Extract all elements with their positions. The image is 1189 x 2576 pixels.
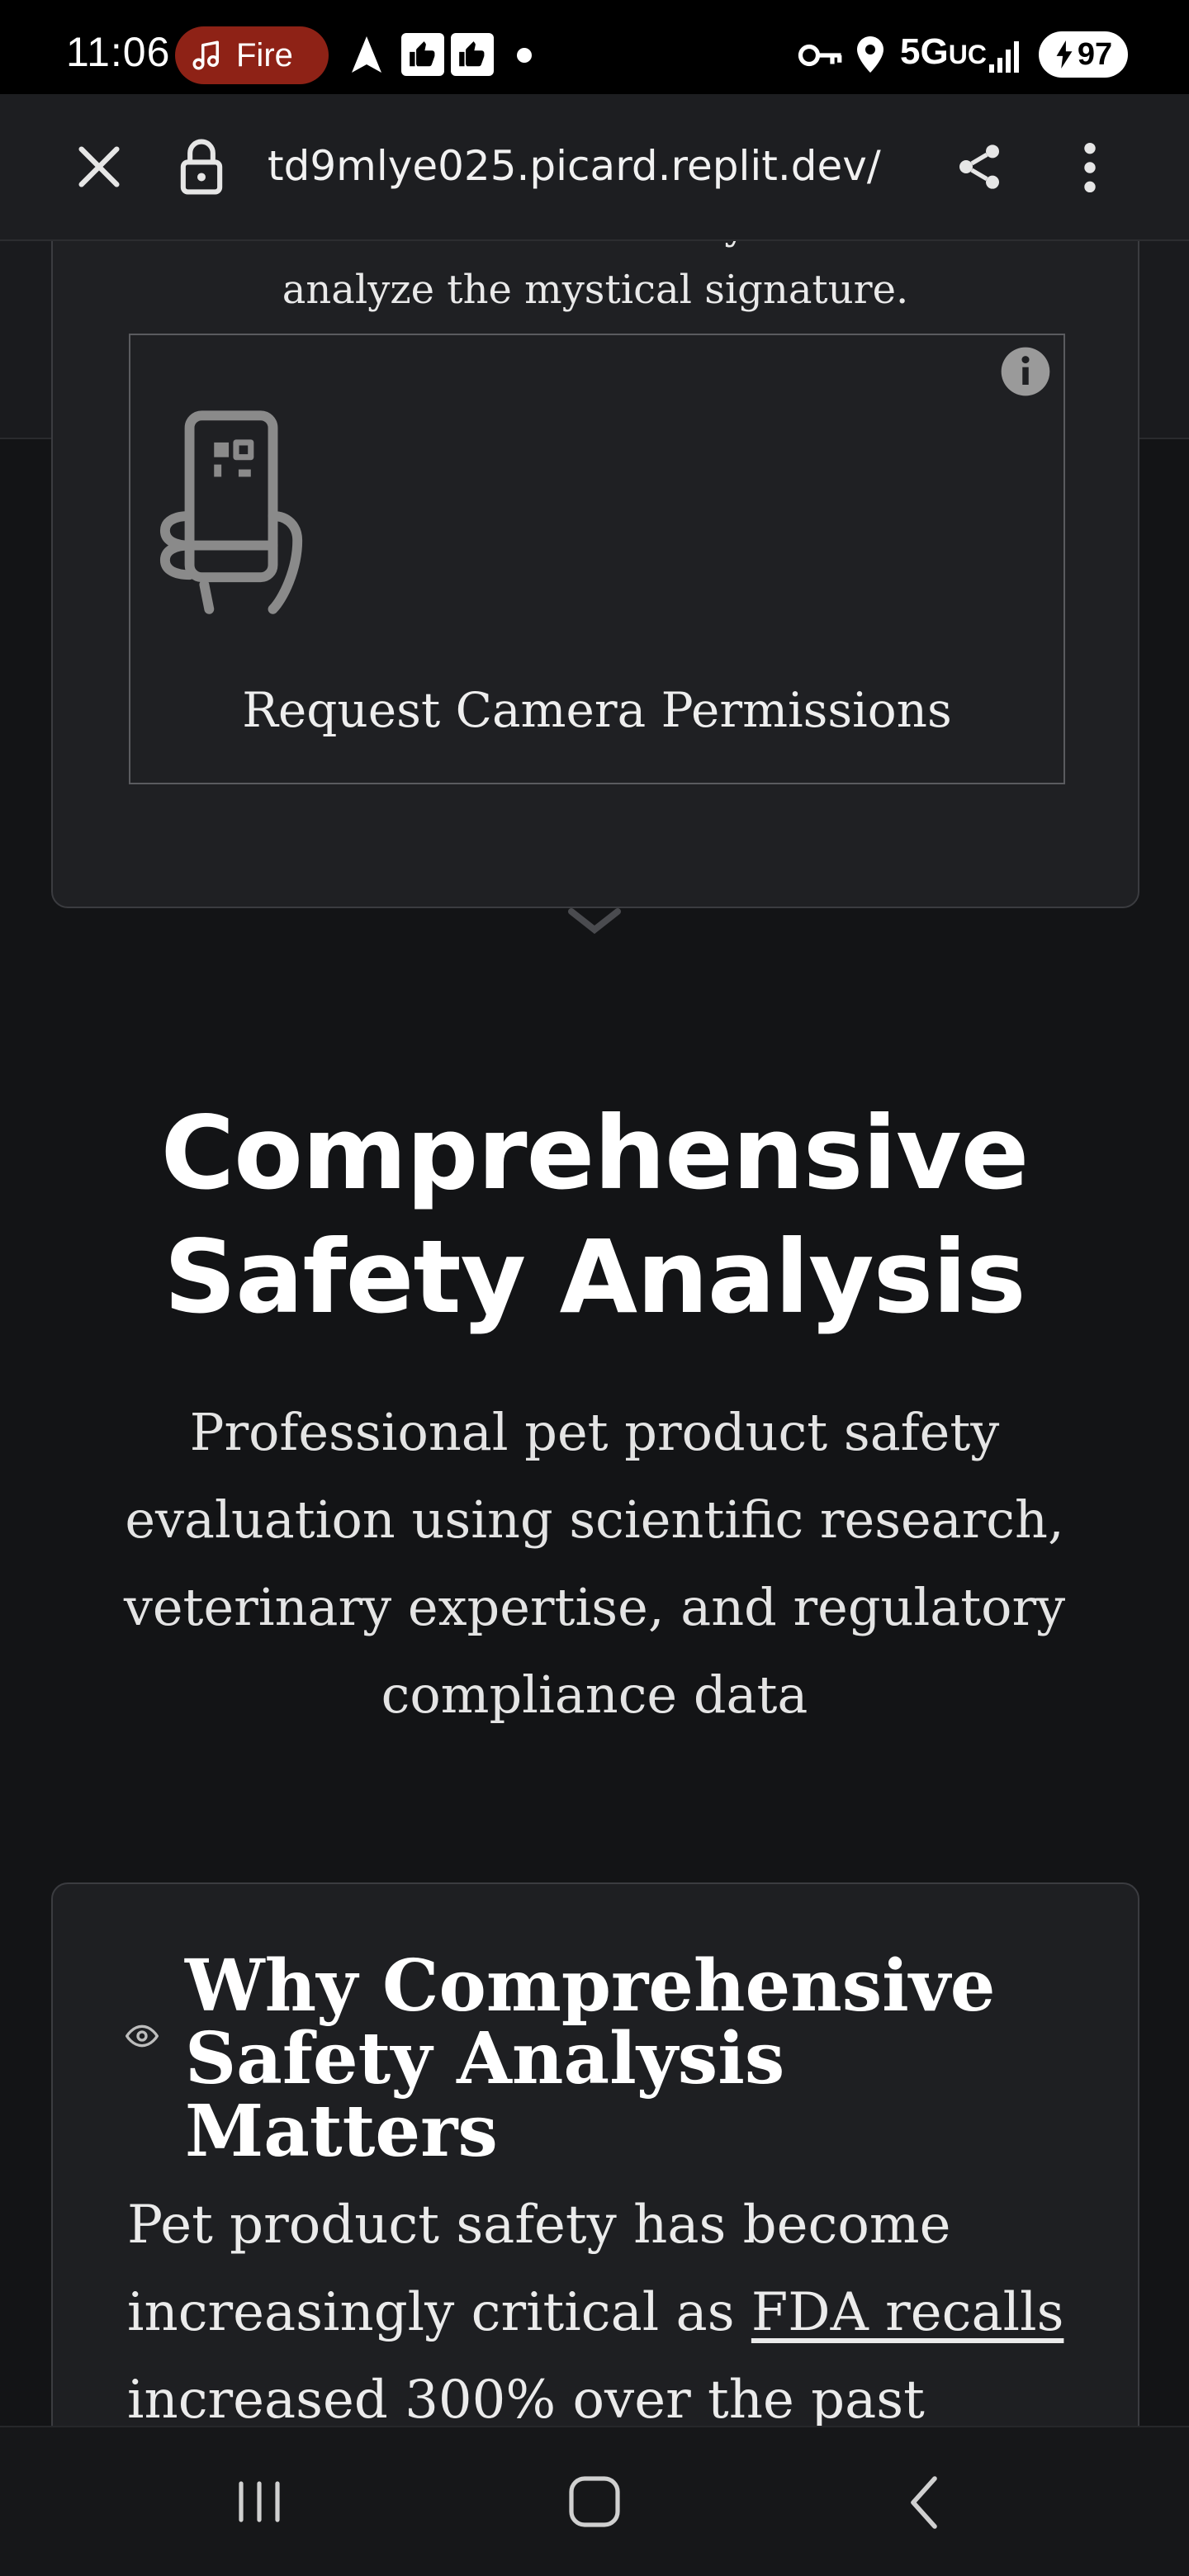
system-navigation-bar <box>0 2426 1189 2576</box>
fire-music-icon <box>192 40 219 70</box>
back-icon[interactable] <box>893 2427 956 2576</box>
home-icon[interactable] <box>560 2427 629 2576</box>
camera-scan-area: Request Camera Permissions <box>129 334 1065 784</box>
scanner-text-line-1: scanner will automatically detect and <box>53 241 1138 258</box>
request-camera-button[interactable]: Request Camera Permissions <box>130 682 1063 738</box>
web-page: scanner will automatically detect and an… <box>0 241 1189 2426</box>
hero-title-line-2: Safety Analysis <box>163 1219 1026 1336</box>
hero-title: Comprehensive Safety Analysis <box>0 1091 1189 1339</box>
signal-icon <box>989 41 1019 73</box>
why-card-body: Pet product safety has become increasing… <box>127 2181 1101 2426</box>
share-icon[interactable] <box>953 140 1006 193</box>
why-card-title: Why Comprehensive Safety Analysis Matter… <box>185 1950 1110 2168</box>
why-title-line-2: Safety Analysis Matters <box>185 2017 785 2173</box>
close-icon[interactable] <box>73 140 126 193</box>
browser-toolbar: td9mlye025.picard.replit.dev/ <box>0 94 1189 241</box>
fire-notification-pill: Fire <box>175 26 329 84</box>
hero-title-line-1: Comprehensive <box>160 1095 1030 1212</box>
hero-subtitle: Professional pet product safety evaluati… <box>123 1402 1066 1725</box>
navigation-arrow-icon <box>352 36 381 73</box>
more-vert-icon[interactable] <box>1073 139 1106 197</box>
network-label: 5GUC <box>900 31 987 72</box>
fire-label: Fire <box>236 36 293 73</box>
info-icon[interactable] <box>999 345 1052 398</box>
notification-dot <box>517 48 532 63</box>
battery-indicator: 97 <box>1039 31 1128 78</box>
status-bar: 11:06 Fire 5GUC 97 <box>0 0 1189 94</box>
chevron-down-icon <box>568 908 621 935</box>
charging-icon <box>1056 40 1073 69</box>
scanner-text-line-2: analyze the mystical signature. <box>282 267 909 313</box>
why-safety-card: Why Comprehensive Safety Analysis Matter… <box>51 1882 1139 2426</box>
eye-icon <box>126 2024 159 2048</box>
recent-apps-icon[interactable] <box>228 2427 291 2576</box>
thumbs-up-icon <box>401 33 444 76</box>
location-icon <box>857 36 883 73</box>
vpn-key-icon <box>798 44 842 67</box>
phone-qr-icon <box>159 410 303 614</box>
scanner-modal: scanner will automatically detect and an… <box>51 241 1139 908</box>
status-time: 11:06 <box>66 29 171 75</box>
scanner-instructions: scanner will automatically detect and an… <box>53 241 1138 322</box>
url-bar[interactable]: td9mlye025.picard.replit.dev/ <box>268 142 903 190</box>
lock-icon[interactable] <box>178 137 225 197</box>
why-title-line-1: Why Comprehensive <box>185 1944 996 2028</box>
thumbs-up-icon <box>451 33 494 76</box>
